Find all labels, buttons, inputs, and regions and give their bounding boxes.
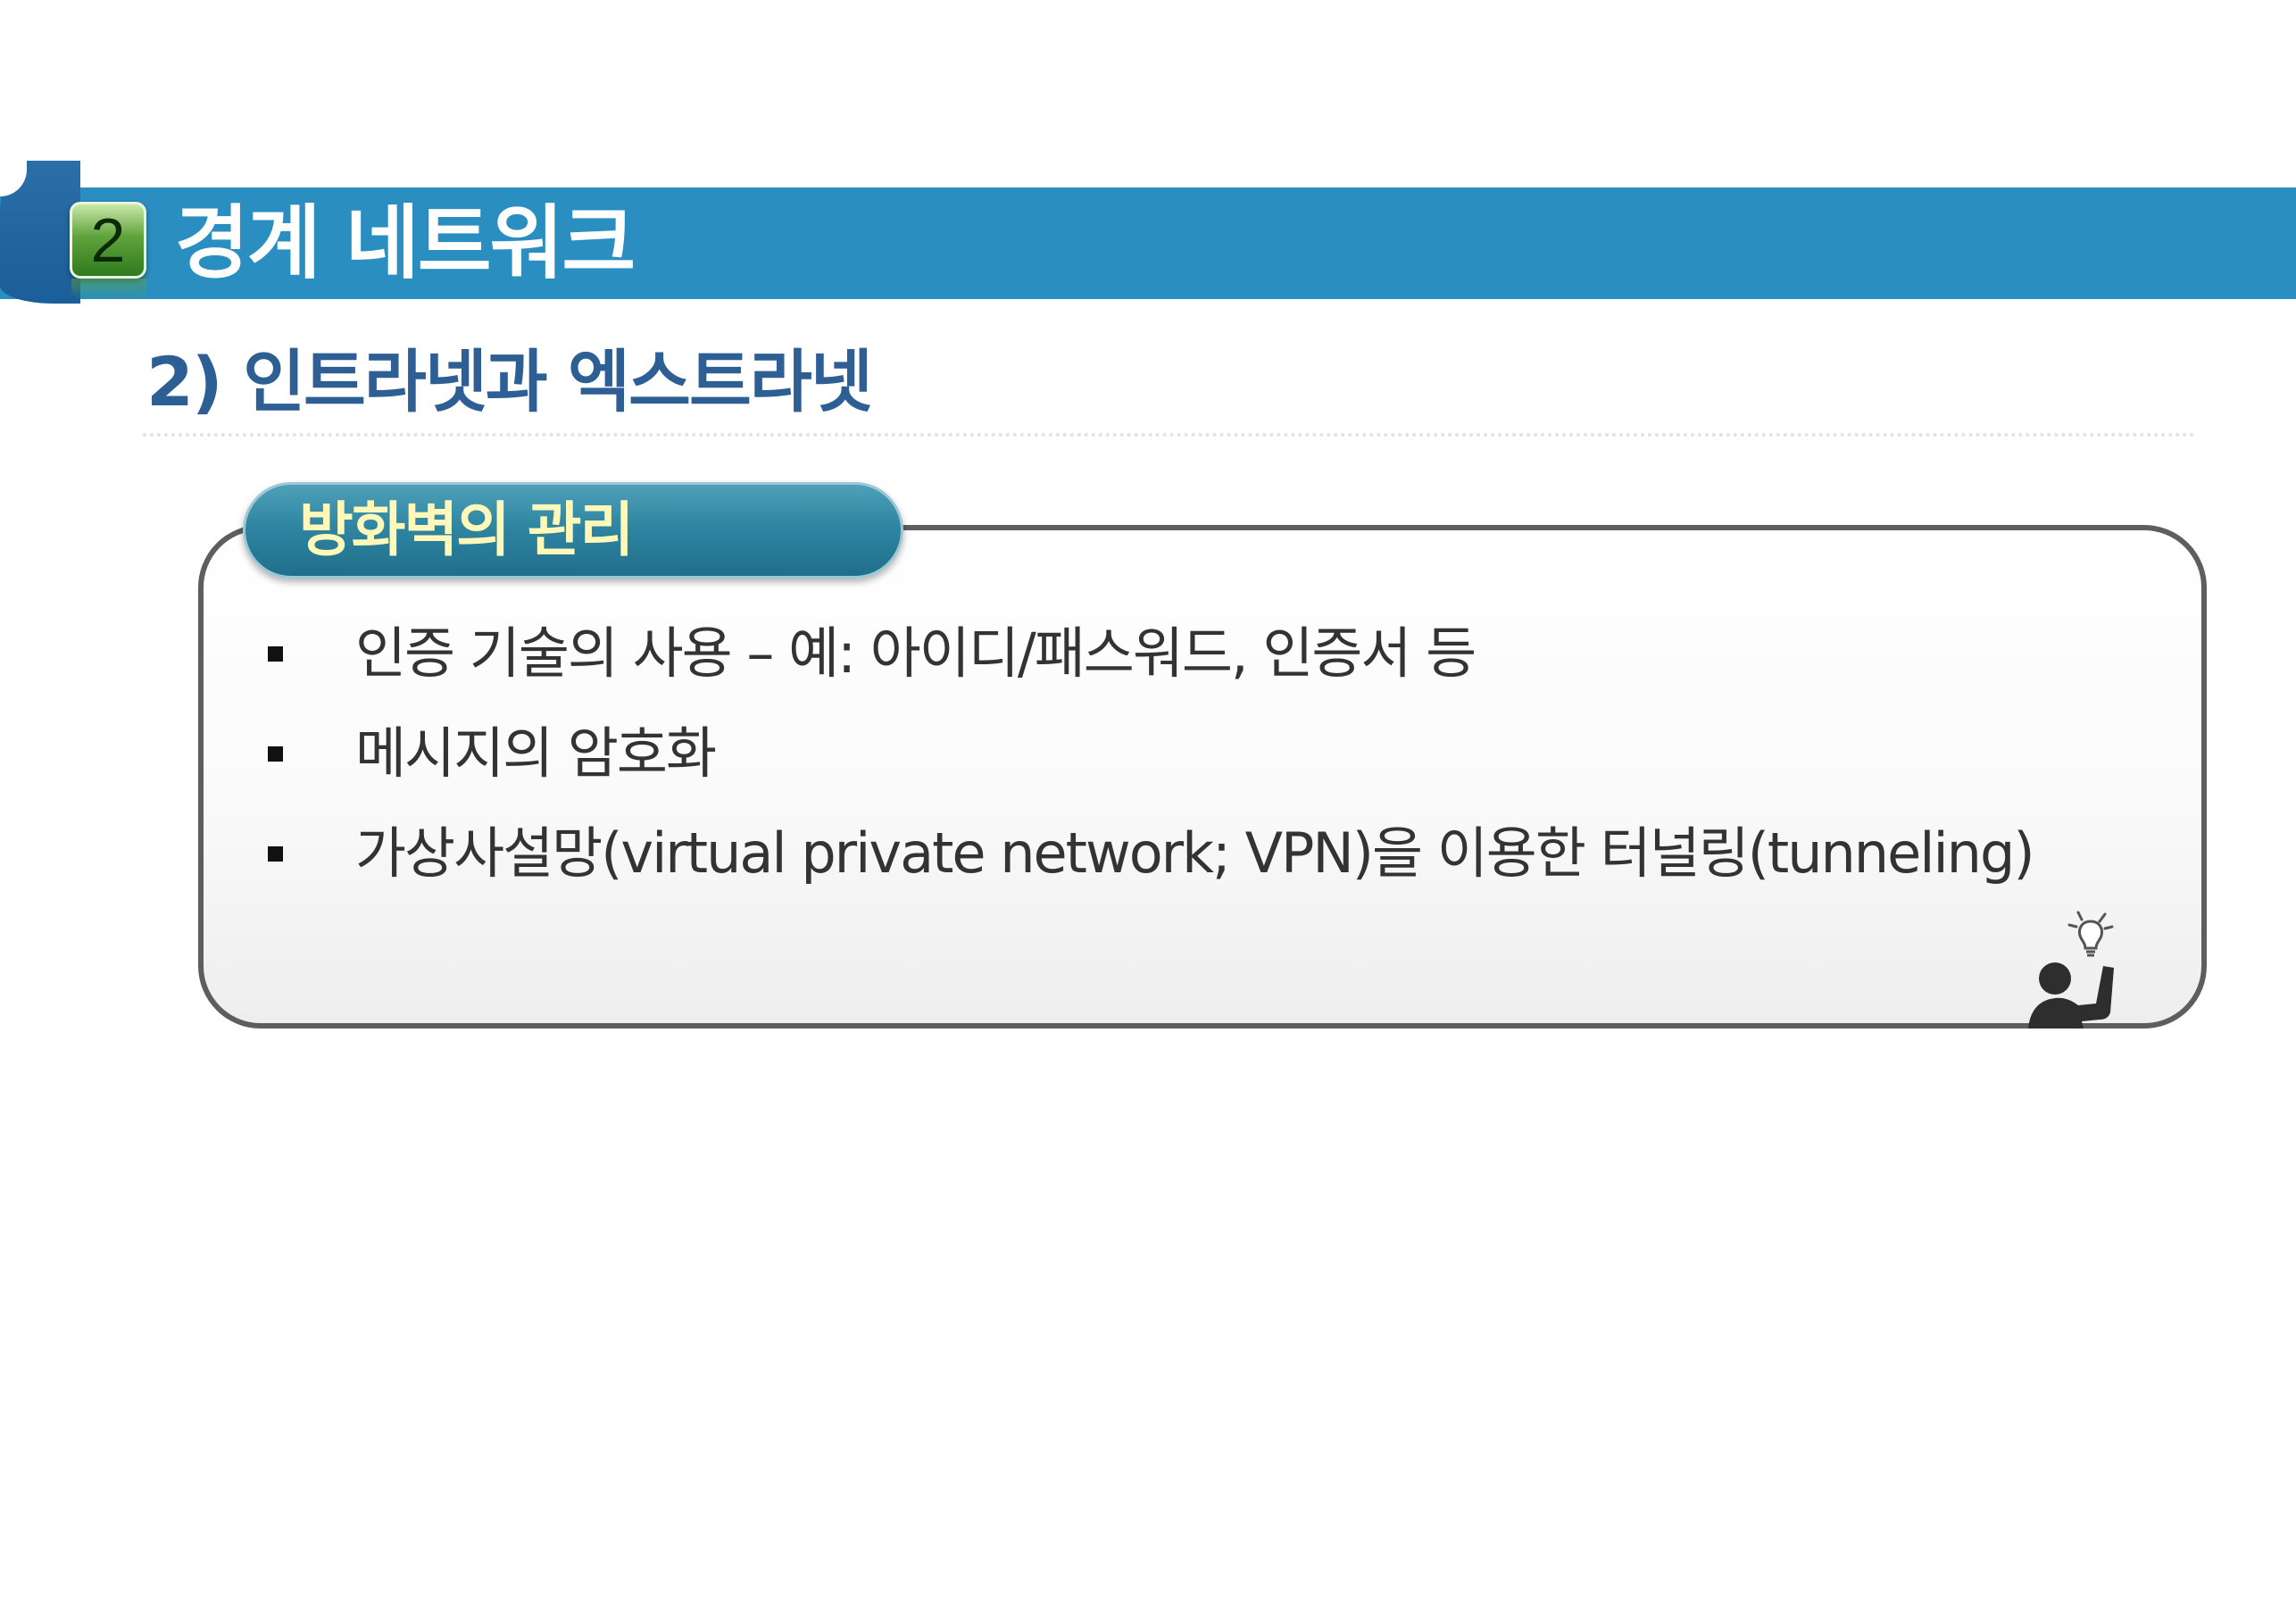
dotted-divider [143, 433, 2196, 437]
section-number-badge: 2 [70, 202, 146, 279]
list-item: 메시지의 암호화 [259, 704, 2034, 804]
list-item-text: 메시지의 암호화 [355, 720, 717, 786]
header-title: 경계 네트워크 [175, 196, 636, 290]
person-idea-icon [2028, 911, 2114, 1029]
list-item: 인증 기술의 사용 – 예: 아이디/패스워드, 인증서 등 [259, 604, 2034, 704]
list-item-text: 가상사설망(virtual private network; VPN)을 이용한… [355, 820, 2035, 886]
bullet-square-icon [268, 846, 283, 862]
bullet-list: 인증 기술의 사용 – 예: 아이디/패스워드, 인증서 등 메시지의 암호화 … [259, 604, 2035, 904]
list-item-text: 인증 기술의 사용 – 예: 아이디/패스워드, 인증서 등 [355, 620, 1477, 686]
list-item: 가상사설망(virtual private network; VPN)을 이용한… [259, 804, 2035, 904]
box-tab-label: 방화벽의 관리 [299, 496, 634, 564]
section-subtitle: 2) 인트라넷과 엑스트라넷 [146, 342, 873, 421]
bullet-square-icon [268, 746, 283, 762]
badge-reflection [71, 279, 146, 300]
section-number: 2 [90, 205, 126, 275]
slide-page: 2 경계 네트워크 2) 인트라넷과 엑스트라넷 방화벽의 관리 인증 기술의 … [0, 0, 2296, 1624]
bullet-square-icon [268, 646, 283, 662]
